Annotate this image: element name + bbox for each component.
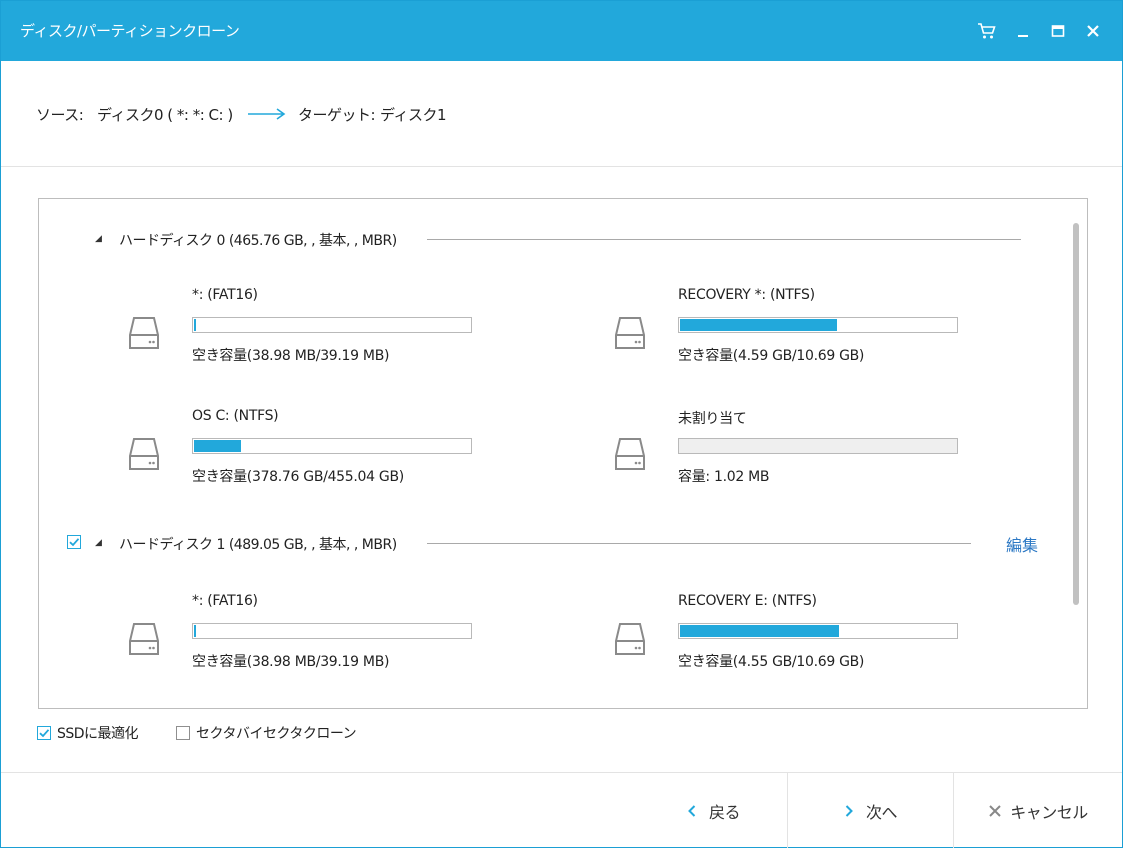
minimize-button[interactable]: [1009, 17, 1037, 45]
title-bar: ディスク/パーティションクローン: [1, 1, 1122, 61]
partition-item[interactable]: *: (FAT16) 空き容量(38.98 MB/39.19 MB): [128, 287, 548, 377]
usage-bar: [192, 317, 472, 333]
usage-fill: [680, 319, 837, 331]
partition-free-space: 空き容量(38.98 MB/39.19 MB): [192, 348, 390, 364]
divider: [427, 239, 1021, 240]
close-button[interactable]: [1079, 17, 1107, 45]
partition-name: *: (FAT16): [192, 287, 258, 303]
divider: [427, 543, 971, 544]
cart-icon: [978, 23, 996, 39]
partition-drive-icon: [129, 623, 159, 655]
disk-list-panel: ◢ ハードディスク 0 (465.76 GB, , 基本, , MBR) *: …: [38, 198, 1088, 709]
partition-item[interactable]: *: (FAT16) 空き容量(38.98 MB/39.19 MB): [128, 593, 548, 683]
ssd-optimize-option[interactable]: SSDに最適化: [37, 723, 139, 743]
back-button[interactable]: 戻る: [641, 773, 786, 848]
partition-drive-icon: [129, 438, 159, 470]
minimize-icon: [1018, 35, 1028, 37]
ssd-optimize-checkbox[interactable]: [37, 726, 51, 740]
partition-item[interactable]: RECOVERY *: (NTFS) 空き容量(4.59 GB/10.69 GB…: [614, 287, 1034, 377]
partition-item[interactable]: 未割り当て 容量: 1.02 MB: [614, 408, 1034, 498]
usage-bar: [678, 438, 958, 454]
cancel-label: キャンセル: [1010, 802, 1088, 822]
arrow-right-icon: [248, 108, 286, 120]
usage-fill: [194, 625, 196, 637]
partition-capacity: 容量: 1.02 MB: [678, 469, 770, 485]
sector-by-sector-label: セクタバイセクタクローン: [196, 726, 357, 742]
usage-fill: [680, 625, 839, 637]
footer-bar: 戻る 次へ キャンセル: [1, 772, 1122, 848]
clone-path-bar: ソース: ディスク0 ( *: *: C: ) ターゲット: ディスク1: [1, 61, 1122, 167]
checkmark-icon: [39, 729, 50, 738]
disk-clone-window: ディスク/パーティションクローン ソース: ディスク0 (*: *: C:)…: [0, 0, 1123, 848]
target-value: ディスク1: [380, 106, 447, 124]
partition-name: RECOVERY E: (NTFS): [678, 593, 817, 609]
usage-bar: [192, 438, 472, 454]
maximize-icon: [1051, 25, 1065, 37]
ssd-optimize-label: SSDに最適化: [57, 726, 139, 742]
maximize-button[interactable]: [1044, 17, 1072, 45]
usage-bar: [678, 317, 958, 333]
partition-name: 未割り当て: [678, 411, 747, 427]
collapse-triangle-icon[interactable]: ◢: [95, 538, 102, 548]
partition-name: OS C: (NTFS): [192, 408, 279, 424]
partition-item[interactable]: OS C: (NTFS) 空き容量(378.76 GB/455.04 GB): [128, 408, 548, 498]
partition-free-space: 空き容量(4.55 GB/10.69 GB): [678, 654, 865, 670]
source-label: ソース:: [36, 106, 84, 124]
scrollbar-thumb[interactable]: [1073, 223, 1079, 605]
partition-drive-icon: [615, 317, 645, 349]
partition-drive-icon: [615, 623, 645, 655]
cart-button[interactable]: [973, 17, 1001, 45]
disk-label: ハードディスク 0 (465.76 GB, , 基本, , MBR): [119, 233, 397, 249]
close-icon: [989, 804, 1001, 817]
disk-label: ハードディスク 1 (489.05 GB, , 基本, , MBR): [119, 537, 397, 553]
usage-bar: [678, 623, 958, 639]
target-label: ターゲット:: [298, 106, 376, 124]
partition-item[interactable]: RECOVERY E: (NTFS) 空き容量(4.55 GB/10.69 GB…: [614, 593, 1034, 683]
window-title: ディスク/パーティションクローン: [20, 22, 240, 40]
partition-drive-icon: [615, 438, 645, 470]
partition-drive-icon: [129, 317, 159, 349]
disk-header[interactable]: ◢ ハードディスク 1 (489.05 GB, , 基本, , MBR): [39, 533, 1039, 553]
sector-by-sector-option[interactable]: セクタバイセクタクローン: [176, 723, 357, 743]
usage-bar: [192, 623, 472, 639]
usage-fill: [194, 440, 241, 452]
chevron-left-icon: [688, 804, 696, 817]
partition-free-space: 空き容量(38.98 MB/39.19 MB): [192, 654, 390, 670]
next-label: 次へ: [865, 802, 898, 822]
next-button[interactable]: 次へ: [788, 773, 953, 848]
source-value: ディスク0 ( *: *: C: ): [97, 106, 233, 124]
cancel-button[interactable]: キャンセル: [954, 773, 1122, 848]
partition-name: RECOVERY *: (NTFS): [678, 287, 815, 303]
partition-name: *: (FAT16): [192, 593, 258, 609]
edit-disk-link[interactable]: 編集: [1006, 532, 1038, 556]
partition-free-space: 空き容量(4.59 GB/10.69 GB): [678, 348, 865, 364]
collapse-triangle-icon[interactable]: ◢: [95, 234, 102, 244]
chevron-right-icon: [845, 804, 853, 817]
close-icon: [1087, 25, 1099, 37]
back-label: 戻る: [708, 802, 741, 822]
sector-by-sector-checkbox[interactable]: [176, 726, 190, 740]
partition-free-space: 空き容量(378.76 GB/455.04 GB): [192, 469, 404, 485]
disk-header[interactable]: ◢ ハードディスク 0 (465.76 GB, , 基本, , MBR): [39, 229, 1029, 249]
usage-fill: [194, 319, 196, 331]
